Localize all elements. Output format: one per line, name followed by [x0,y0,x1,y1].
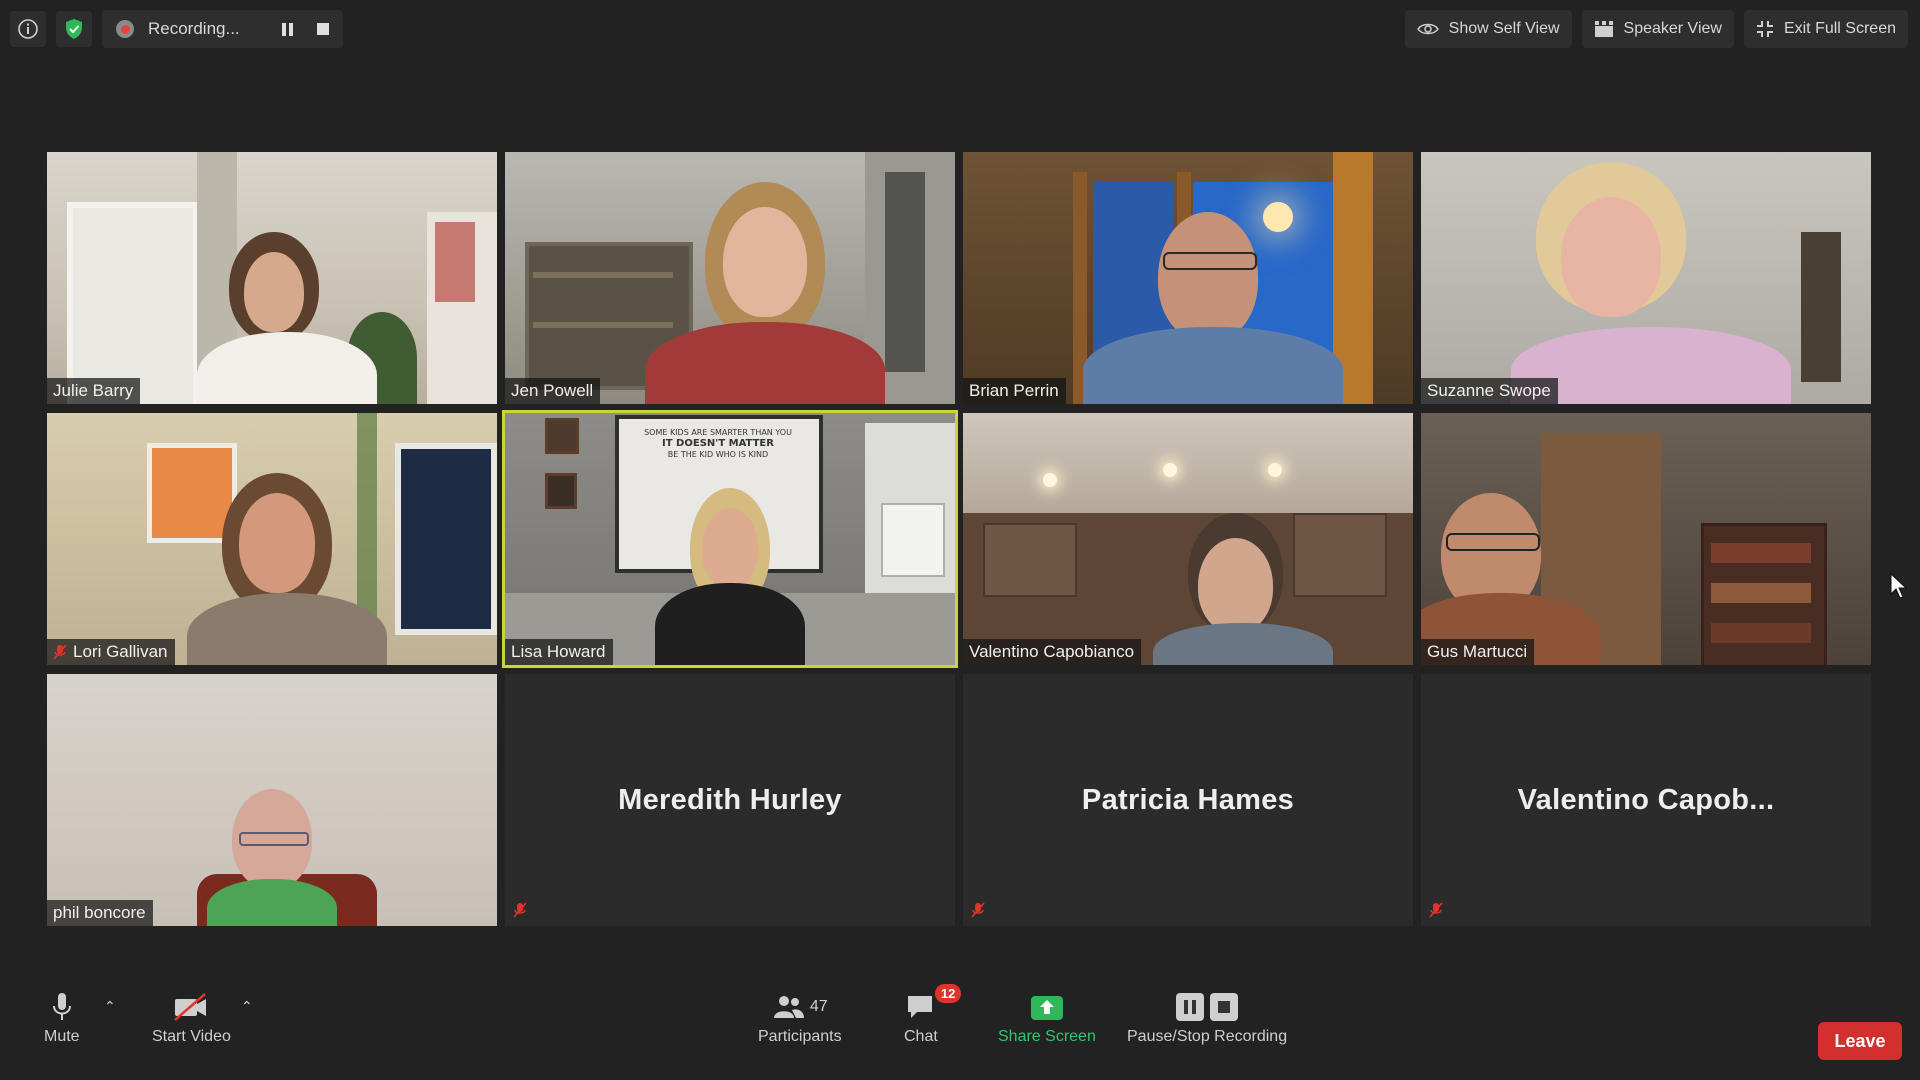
stop-icon [1210,993,1239,1021]
video-feed [963,152,1413,404]
participant-name-tag: Gus Martucci [1421,639,1535,665]
start-video-button[interactable]: Start Video [152,992,231,1046]
speaker-view-label: Speaker View [1623,20,1722,37]
chat-bubble-icon [907,996,932,1018]
video-tile[interactable]: phil boncore [47,674,497,926]
participant-name: Brian Perrin [969,381,1059,400]
chat-button[interactable]: 12 Chat [904,984,962,1046]
participant-name-tag: Jen Powell [505,378,601,404]
video-options-chevron-icon[interactable]: ⌃ [241,998,253,1015]
participant-name: phil boncore [53,903,146,922]
video-tile[interactable]: Jen Powell [505,152,955,404]
share-screen-button[interactable]: Share Screen [998,992,1096,1046]
mouse-cursor-icon [1890,573,1908,599]
video-off-tile[interactable]: Valentino Capob... [1421,674,1871,926]
video-feed [1421,413,1871,665]
video-tile[interactable]: Brian Perrin [963,152,1413,404]
participant-name-tag: Julie Barry [47,378,141,404]
show-self-view-button[interactable]: Show Self View [1404,10,1572,48]
muted-microphone-icon [1429,902,1443,918]
muted-microphone-icon [513,902,527,918]
video-off-icon [174,993,207,1021]
video-off-tile[interactable]: Meredith Hurley [505,674,955,926]
whiteboard-line: IT DOESN'T MATTER [662,438,774,449]
speaker-view-icon [1594,21,1613,37]
zoom-meeting-window: Recording... Show Self View Speaker View [0,0,1920,1080]
share-screen-icon [1030,996,1063,1020]
audio-options-chevron-icon[interactable]: ⌃ [104,998,116,1015]
participants-icon [773,996,804,1018]
video-tile[interactable]: Julie Barry [47,152,497,404]
pause-icon [1176,993,1205,1021]
whiteboard-line: BE THE KID WHO IS KIND [667,450,769,459]
video-off-tile[interactable]: Patricia Hames [963,674,1413,926]
video-feed [47,674,497,926]
participant-name: Julie Barry [53,381,134,400]
shield-icon [66,19,82,39]
top-left-controls: Recording... [10,10,343,48]
chat-label: Chat [904,1028,938,1045]
muted-microphone-icon [53,644,67,660]
whiteboard-text: SOME KIDS ARE SMARTER THAN YOU IT DOESN'… [623,427,813,460]
exit-full-screen-icon [1756,21,1773,37]
participant-name-tag: Brian Perrin [963,378,1066,404]
participant-name: Meredith Hurley [618,784,842,816]
muted-microphone-icon [971,902,985,918]
leave-meeting-button[interactable]: Leave [1818,1022,1902,1060]
info-icon [18,19,38,39]
stop-recording-icon[interactable] [316,23,329,35]
mute-button[interactable]: Mute [44,992,80,1046]
start-video-label: Start Video [152,1028,231,1045]
exit-full-screen-button[interactable]: Exit Full Screen [1743,10,1908,48]
show-self-view-label: Show Self View [1448,20,1560,37]
pause-stop-recording-label: Pause/Stop Recording [1127,1028,1288,1045]
participant-name-tag: Suzanne Swope [1421,378,1558,404]
pause-recording-icon[interactable] [281,22,293,36]
video-tile[interactable]: Valentino Capobianco [963,413,1413,665]
video-tile[interactable]: Lori Gallivan [47,413,497,665]
recording-indicator: Recording... [102,10,343,48]
active-speaker-video-tile[interactable]: SOME KIDS ARE SMARTER THAN YOU IT DOESN'… [502,410,958,668]
participants-count: 47 [809,998,828,1015]
mute-label: Mute [44,1028,80,1045]
participant-name-tag: Lori Gallivan [47,639,175,665]
video-tile[interactable]: Suzanne Swope [1421,152,1871,404]
recording-dot-icon [116,20,134,38]
participant-name: Valentino Capob... [1517,784,1775,816]
chat-unread-badge: 12 [934,984,962,1003]
participant-name: Lisa Howard [511,642,606,661]
speaker-view-button[interactable]: Speaker View [1581,10,1734,48]
video-tile[interactable]: Gus Martucci [1421,413,1871,665]
microphone-icon [52,993,71,1020]
whiteboard-line: SOME KIDS ARE SMARTER THAN YOU [644,428,792,437]
security-button[interactable] [56,11,92,47]
video-feed: SOME KIDS ARE SMARTER THAN YOU IT DOESN'… [505,413,955,665]
participant-name-tag: phil boncore [47,900,153,926]
participant-name: Valentino Capobianco [969,642,1135,661]
participant-name-tag: Valentino Capobianco [963,639,1142,665]
recording-status-text: Recording... [148,19,240,38]
eye-icon [1416,23,1439,35]
participant-name: Suzanne Swope [1427,381,1551,400]
participants-label: Participants [758,1028,842,1045]
exit-full-screen-label: Exit Full Screen [1783,20,1896,37]
participant-name: Jen Powell [511,381,594,400]
video-feed [47,152,497,404]
video-feed [1421,152,1871,404]
video-feed [47,413,497,665]
meeting-info-button[interactable] [10,11,46,47]
pause-stop-recording-button[interactable]: Pause/Stop Recording [1127,992,1287,1046]
participant-name: Lori Gallivan [73,642,168,661]
meeting-controls-toolbar: Mute ⌃ Start Video ⌃ 47 Participants 12 … [0,980,1920,1080]
participant-name-tag: Lisa Howard [505,639,613,665]
video-feed [963,413,1413,665]
share-screen-label: Share Screen [998,1028,1096,1045]
participant-name: Patricia Hames [1081,784,1295,816]
participants-button[interactable]: 47 Participants [758,992,842,1046]
participant-name: Gus Martucci [1427,642,1528,661]
video-feed [505,152,955,404]
top-right-controls: Show Self View Speaker View Exit Full Sc… [1404,10,1908,48]
